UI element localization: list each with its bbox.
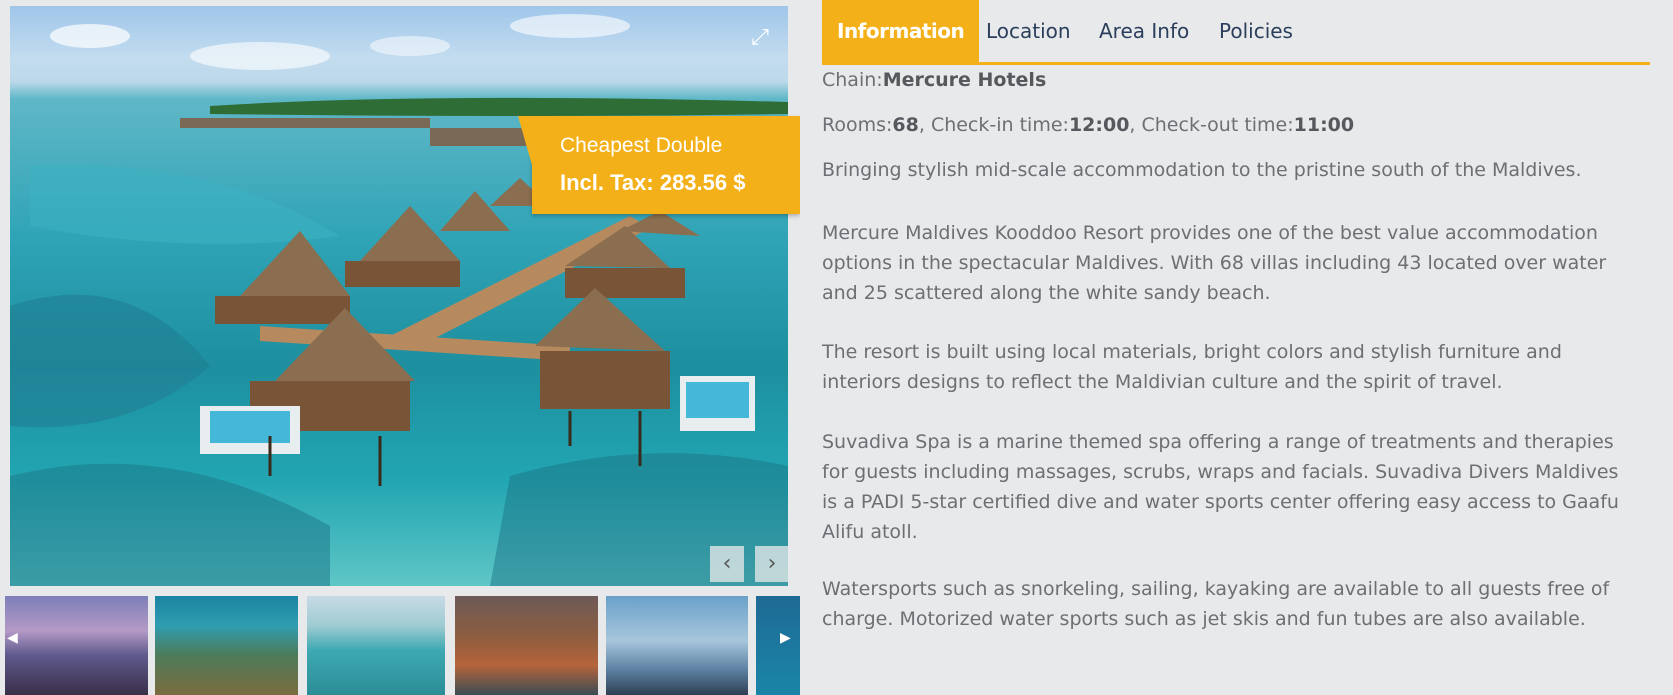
info-tabs: Information Location Area Info Policies xyxy=(822,0,1650,65)
thumbnail-villa-night[interactable] xyxy=(455,596,598,695)
chain-label: Chain: xyxy=(822,69,883,91)
price-ribbon-title: Cheapest Double xyxy=(560,134,723,157)
tab-information[interactable]: Information xyxy=(822,0,980,62)
hotel-chain: Chain:Mercure Hotels xyxy=(822,69,1046,91)
thumbnail-strip xyxy=(0,592,800,695)
description-paragraph: Suvadiva Spa is a marine themed spa offe… xyxy=(822,431,1619,543)
thumbnail-boat[interactable] xyxy=(606,596,748,695)
chain-value: Mercure Hotels xyxy=(882,69,1047,91)
description-paragraph: Watersports such as snorkeling, sailing,… xyxy=(822,578,1610,630)
main-photo[interactable]: ⤢ ‹ › xyxy=(10,6,788,586)
thumbnail-partial[interactable] xyxy=(756,596,800,695)
thumbnail-coral-reef[interactable] xyxy=(155,596,298,695)
thumbnail-sunset-deck[interactable] xyxy=(5,596,148,695)
hotel-details-line: Rooms:68, Check-in time:12:00, Check-out… xyxy=(822,114,1354,136)
rooms-label: Rooms: xyxy=(822,114,893,136)
hotel-info-panel: Information Location Area Info Policies … xyxy=(822,0,1650,695)
description-paragraph: Mercure Maldives Kooddoo Resort provides… xyxy=(822,222,1607,304)
expand-icon[interactable]: ⤢ xyxy=(746,24,774,52)
next-photo-button[interactable]: › xyxy=(755,546,788,582)
price-ribbon-price: Incl. Tax: 283.56 $ xyxy=(560,170,746,195)
checkin-label: , Check-in time: xyxy=(918,114,1069,136)
resort-aerial-image xyxy=(10,14,788,586)
tab-location[interactable]: Location xyxy=(986,0,1071,62)
thumbnail-water-villas[interactable] xyxy=(307,596,445,695)
description-paragraph: The resort is built using local material… xyxy=(822,341,1562,393)
cheapest-price-ribbon: Cheapest Double Incl. Tax: 283.56 $ xyxy=(518,116,800,214)
rooms-value: 68 xyxy=(892,114,919,136)
tab-policies[interactable]: Policies xyxy=(1219,0,1293,62)
thumbnails-previous-icon[interactable]: ◀ xyxy=(7,630,18,646)
tab-area-info[interactable]: Area Info xyxy=(1099,0,1189,62)
checkout-label: , Check-out time: xyxy=(1129,114,1294,136)
photo-gallery: ⤢ ‹ › Cheapest Double Incl. Tax: 283.56 … xyxy=(0,0,800,695)
checkout-value: 11:00 xyxy=(1293,114,1355,136)
previous-photo-button[interactable]: ‹ xyxy=(710,546,744,582)
thumbnails-next-icon[interactable]: ▶ xyxy=(780,630,791,646)
description-paragraph: Bringing stylish mid-scale accommodation… xyxy=(822,159,1582,181)
checkin-value: 12:00 xyxy=(1068,114,1130,136)
